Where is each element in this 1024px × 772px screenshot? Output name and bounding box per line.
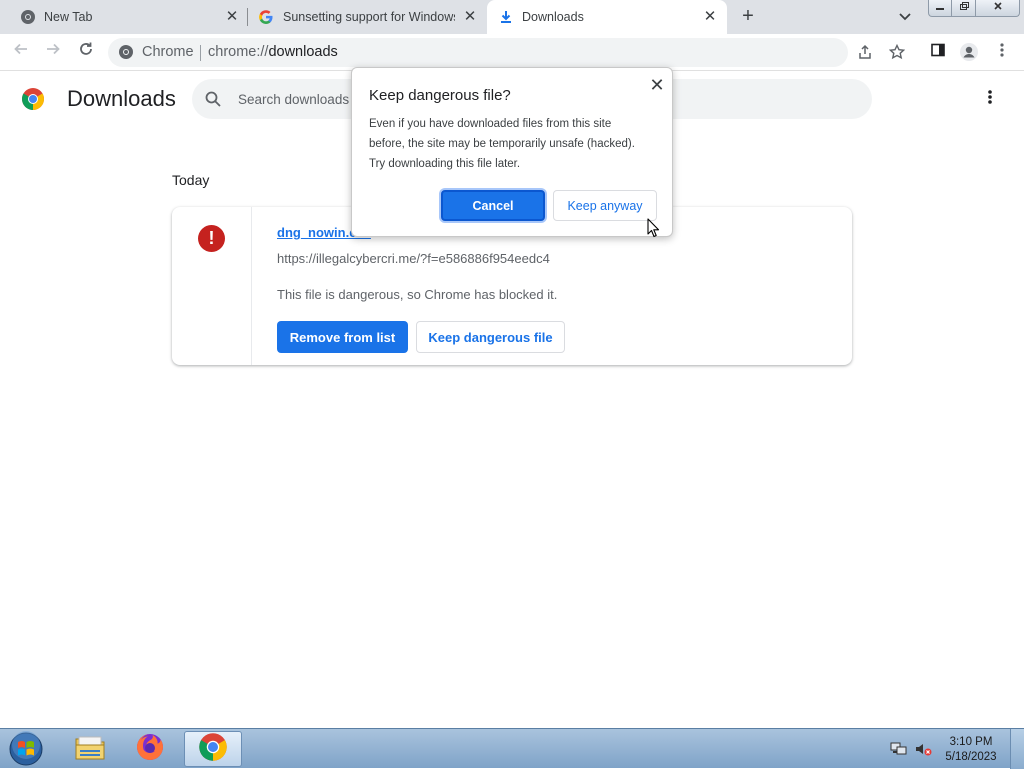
side-panel-icon[interactable] xyxy=(928,42,948,62)
remove-from-list-button[interactable]: Remove from list xyxy=(277,321,408,353)
volume-muted-icon[interactable] xyxy=(914,741,932,757)
tab-close-icon[interactable]: ✕ xyxy=(223,8,241,26)
clock-date: 5/18/2023 xyxy=(945,751,997,763)
minimize-window-button[interactable] xyxy=(928,0,952,17)
chrome-menu-icon[interactable] xyxy=(992,42,1012,62)
tab-strip: New Tab ✕ Sunsetting support for Windows… xyxy=(0,0,1024,34)
firefox-icon xyxy=(135,732,165,767)
tab-new-tab[interactable]: New Tab ✕ xyxy=(0,0,248,34)
tab-sunsetting-support[interactable]: Sunsetting support for Windows ✕ xyxy=(248,0,486,34)
close-window-button[interactable] xyxy=(976,0,1020,17)
reload-icon[interactable] xyxy=(74,40,98,64)
network-icon[interactable] xyxy=(890,741,908,757)
page-title: Downloads xyxy=(67,86,176,111)
url-scheme: chrome:// xyxy=(208,44,269,60)
keep-dangerous-file-button[interactable]: Keep dangerous file xyxy=(416,321,565,353)
dialog-close-icon[interactable]: ✕ xyxy=(646,74,668,96)
folder-icon xyxy=(74,733,106,766)
windows-taskbar: 3:10 PM 5/18/2023 xyxy=(0,728,1024,769)
download-icon xyxy=(498,9,514,25)
search-icon xyxy=(204,90,222,108)
show-desktop-button[interactable] xyxy=(1010,729,1024,769)
clock-time: 3:10 PM xyxy=(949,736,993,748)
download-source-url: https://illegalcybercri.me/?f=e586886f95… xyxy=(277,251,550,266)
download-item-icon-column: ! xyxy=(172,207,252,365)
address-bar[interactable]: Chrome chrome://downloads xyxy=(108,38,906,67)
chrome-icon xyxy=(198,732,228,767)
chrome-logo-icon xyxy=(21,87,45,111)
date-header: Today xyxy=(172,172,210,188)
dialog-keep-anyway-button[interactable]: Keep anyway xyxy=(553,190,657,221)
taskbar-windows-explorer[interactable] xyxy=(62,731,118,767)
dialog-body: Even if you have downloaded files from t… xyxy=(369,114,661,174)
tab-close-icon[interactable]: ✕ xyxy=(701,8,719,26)
taskbar-clock[interactable]: 3:10 PM 5/18/2023 xyxy=(940,735,1002,765)
system-tray: 3:10 PM 5/18/2023 xyxy=(884,731,1024,767)
url-host: downloads xyxy=(268,44,338,60)
dialog-body-line: before, the site may be temporarily unsa… xyxy=(369,138,635,150)
share-icon[interactable] xyxy=(856,44,874,62)
back-arrow-icon[interactable] xyxy=(9,40,33,64)
taskbar-firefox[interactable] xyxy=(122,731,178,767)
forward-arrow-icon[interactable] xyxy=(41,40,65,64)
omnibox-divider xyxy=(200,45,201,61)
tab-title: New Tab xyxy=(44,10,93,24)
tab-search-chevron-icon[interactable] xyxy=(896,8,914,26)
url-text: chrome://downloads xyxy=(208,44,338,60)
bookmark-star-icon[interactable] xyxy=(888,43,906,62)
tab-close-icon[interactable]: ✕ xyxy=(461,8,479,26)
new-tab-button[interactable]: + xyxy=(738,6,758,27)
start-button[interactable] xyxy=(6,731,46,767)
dialog-cancel-button[interactable]: Cancel xyxy=(441,190,545,221)
keep-dangerous-file-dialog: Keep dangerous file? ✕ Even if you have … xyxy=(351,67,673,237)
window-controls xyxy=(928,0,1020,18)
dialog-title: Keep dangerous file? xyxy=(369,87,511,104)
mouse-cursor-icon xyxy=(647,218,661,238)
dialog-body-line: Even if you have downloaded files from t… xyxy=(369,118,612,130)
downloads-more-actions-icon[interactable] xyxy=(980,88,1000,110)
chrome-icon xyxy=(118,44,134,60)
tab-downloads[interactable]: Downloads ✕ xyxy=(487,0,727,34)
profile-avatar-icon[interactable] xyxy=(959,42,979,62)
google-g-icon xyxy=(258,9,274,25)
dialog-body-line: Try downloading this file later. xyxy=(369,158,521,170)
browser-toolbar: Chrome chrome://downloads xyxy=(0,34,1024,71)
danger-warning-icon: ! xyxy=(198,225,225,252)
tab-title: Downloads xyxy=(522,10,584,24)
origin-chip-label: Chrome xyxy=(142,44,194,60)
download-status-text: This file is dangerous, so Chrome has bl… xyxy=(277,287,558,302)
taskbar-chrome[interactable] xyxy=(184,731,242,767)
tab-title: Sunsetting support for Windows xyxy=(283,10,455,24)
chrome-icon xyxy=(20,9,36,25)
restore-window-button[interactable] xyxy=(952,0,976,17)
